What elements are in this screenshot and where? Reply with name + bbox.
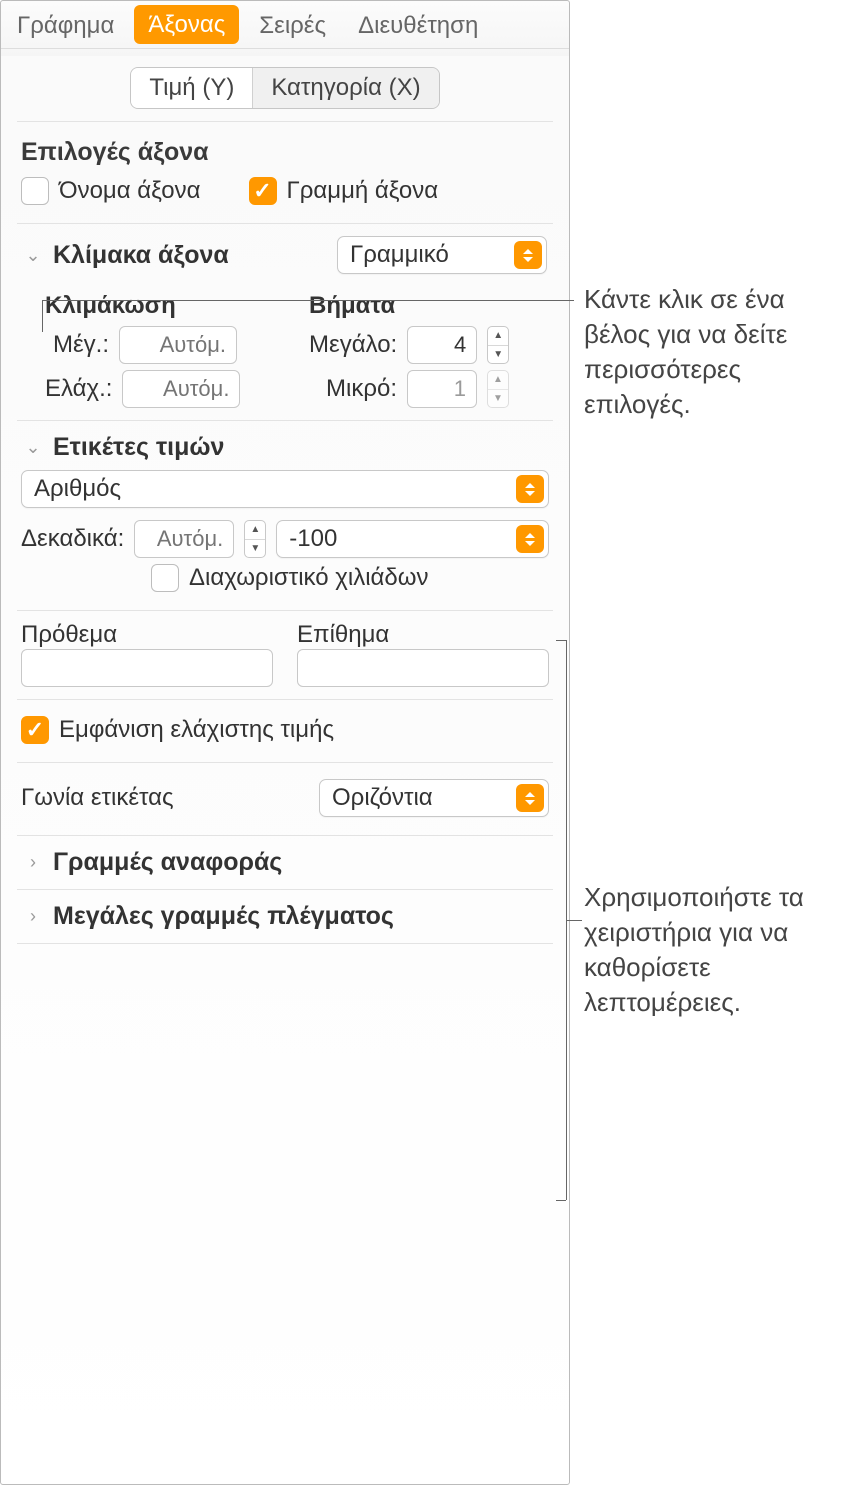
axis-scale-section: ⌄ Κλίμακα άξονα Γραμμικό Κλιμάκωση Μέγ.:… <box>1 224 569 420</box>
show-min-label: Εμφάνιση ελάχιστης τιμής <box>59 716 334 744</box>
value-format-popup[interactable]: Αριθμός <box>21 470 549 508</box>
decimals-input[interactable] <box>134 520 234 558</box>
updown-icon <box>516 475 544 503</box>
tab-arrange[interactable]: Διευθέτηση <box>342 1 494 48</box>
major-gridlines-section: › Μεγάλες γραμμές πλέγματος <box>1 890 569 943</box>
inspector-panel: Γράφημα Άξονας Σειρές Διευθέτηση Τιμή (Y… <box>0 0 570 1485</box>
minor-label: Μικρό: <box>309 375 397 403</box>
label-angle-value: Οριζόντια <box>332 784 433 812</box>
value-format-value: Αριθμός <box>34 475 121 503</box>
tab-series[interactable]: Σειρές <box>243 1 342 48</box>
minor-stepper[interactable]: ▲▼ <box>487 370 509 408</box>
major-label: Μεγάλο: <box>309 331 397 359</box>
decimals-stepper[interactable]: ▲▼ <box>244 520 266 558</box>
label-angle-section: Γωνία ετικέτας Οριζόντια <box>1 763 569 835</box>
seg-category-x[interactable]: Κατηγορία (X) <box>253 68 438 108</box>
axis-options-section: Επιλογές άξονα Όνομα άξονα Γραμμή άξονα <box>1 122 569 223</box>
minor-input[interactable] <box>407 370 477 408</box>
updown-icon <box>516 525 544 553</box>
chevron-right-icon[interactable]: › <box>23 907 43 927</box>
value-labels-section: ⌄ Ετικέτες τιμών Αριθμός Δεκαδικά: ▲▼ -1… <box>1 421 569 610</box>
min-label: Ελάχ.: <box>45 375 112 403</box>
negative-format-value: -100 <box>289 525 337 553</box>
axis-scale-title: Κλίμακα άξονα <box>53 241 327 270</box>
annotation-text-2: Χρησιμοποιήστε τα χειριστήρια για να καθ… <box>584 880 844 1020</box>
updown-icon <box>514 241 542 269</box>
max-input[interactable] <box>119 326 237 364</box>
decimals-label: Δεκαδικά: <box>21 525 124 553</box>
axis-line-checkbox[interactable] <box>249 177 277 205</box>
prefix-input[interactable] <box>21 649 273 687</box>
prefix-label: Πρόθεμα <box>21 621 273 649</box>
steps-heading: Βήματα <box>309 292 549 320</box>
negative-format-popup[interactable]: -100 <box>276 520 549 558</box>
tab-axis[interactable]: Άξονας <box>134 5 239 44</box>
label-angle-label: Γωνία ετικέτας <box>21 784 309 812</box>
axis-name-checkbox[interactable] <box>21 177 49 205</box>
axis-options-title: Επιλογές άξονα <box>21 138 549 167</box>
ref-lines-title[interactable]: Γραμμές αναφοράς <box>53 848 547 877</box>
annotation-text-1: Κάντε κλικ σε ένα βέλος για να δείτε περ… <box>584 282 844 422</box>
show-min-section: Εμφάνιση ελάχιστης τιμής <box>1 700 569 762</box>
scaling-heading: Κλιμάκωση <box>45 292 285 320</box>
prefix-suffix-section: Πρόθεμα Επίθημα <box>1 611 569 699</box>
suffix-input[interactable] <box>297 649 549 687</box>
updown-icon <box>516 784 544 812</box>
major-gridlines-title[interactable]: Μεγάλες γραμμές πλέγματος <box>53 902 547 931</box>
axis-segmented: Τιμή (Y) Κατηγορία (X) <box>130 67 439 109</box>
axis-line-label: Γραμμή άξονα <box>287 177 439 205</box>
chevron-down-icon[interactable]: ⌄ <box>23 245 43 265</box>
value-labels-title: Ετικέτες τιμών <box>53 433 547 462</box>
axis-name-label: Όνομα άξονα <box>59 177 201 205</box>
thousands-label: Διαχωριστικό χιλιάδων <box>189 564 429 592</box>
major-stepper[interactable]: ▲▼ <box>487 326 509 364</box>
ref-lines-section: › Γραμμές αναφοράς <box>1 836 569 889</box>
chevron-right-icon[interactable]: › <box>23 853 43 873</box>
scale-type-popup[interactable]: Γραμμικό <box>337 236 547 274</box>
tab-chart[interactable]: Γράφημα <box>1 1 130 48</box>
scale-type-value: Γραμμικό <box>350 241 449 269</box>
min-input[interactable] <box>122 370 240 408</box>
label-angle-popup[interactable]: Οριζόντια <box>319 779 549 817</box>
thousands-checkbox[interactable] <box>151 564 179 592</box>
major-input[interactable] <box>407 326 477 364</box>
axis-selector-row: Τιμή (Y) Κατηγορία (X) <box>1 49 569 121</box>
seg-value-y[interactable]: Τιμή (Y) <box>131 68 253 108</box>
show-min-checkbox[interactable] <box>21 716 49 744</box>
top-tabs: Γράφημα Άξονας Σειρές Διευθέτηση <box>1 1 569 49</box>
annotations: Κάντε κλικ σε ένα βέλος για να δείτε περ… <box>570 0 860 1485</box>
suffix-label: Επίθημα <box>297 621 549 649</box>
chevron-down-icon[interactable]: ⌄ <box>23 438 43 458</box>
max-label: Μέγ.: <box>45 331 109 359</box>
